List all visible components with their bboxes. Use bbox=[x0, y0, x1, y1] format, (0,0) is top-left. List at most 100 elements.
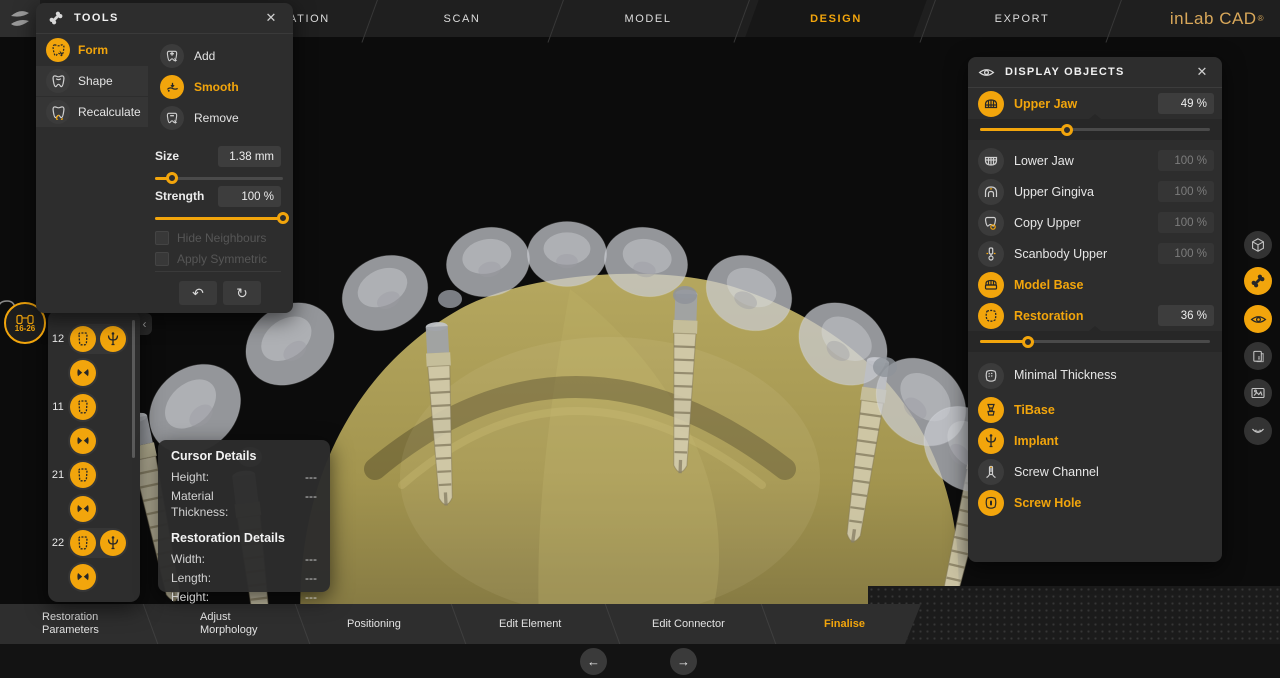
previous-step-button[interactable]: ← bbox=[580, 648, 607, 675]
crown-icon[interactable] bbox=[70, 326, 96, 352]
documents-button[interactable] bbox=[1244, 342, 1272, 370]
step-positioning[interactable]: Positioning bbox=[347, 604, 401, 644]
step-finalise[interactable]: Finalise bbox=[824, 604, 865, 644]
implant-icon[interactable] bbox=[100, 326, 126, 352]
crown-icon[interactable] bbox=[70, 530, 96, 556]
display-item-upper-gingiva[interactable]: Upper Gingiva 100 % bbox=[968, 176, 1222, 207]
display-item-lower-jaw[interactable]: Lower Jaw 100 % bbox=[968, 145, 1222, 176]
model-base-icon bbox=[978, 272, 1004, 298]
scanbody-upper-icon bbox=[978, 241, 1004, 267]
checkbox-box bbox=[155, 252, 169, 266]
display-objects-close-button[interactable]: ✕ bbox=[1192, 62, 1212, 82]
display-item-minimal-thickness[interactable]: Minimal Thickness bbox=[968, 357, 1222, 394]
brush-smooth[interactable]: Smooth bbox=[160, 72, 290, 102]
step-restoration-parameters[interactable]: Restoration Parameters bbox=[42, 604, 146, 644]
scanbody-upper-opacity-value[interactable]: 100 % bbox=[1158, 243, 1214, 264]
tools-panel: TOOLS ✕ Form Shape Recalculate bbox=[36, 3, 293, 313]
cursor-details-title: Cursor Details bbox=[171, 449, 317, 463]
restoration-height-value: --- bbox=[305, 589, 317, 605]
eye-icon bbox=[1250, 311, 1267, 328]
copy-upper-opacity-value[interactable]: 100 % bbox=[1158, 212, 1214, 233]
upper-jaw-icon bbox=[978, 91, 1004, 117]
brush-remove[interactable]: Remove bbox=[160, 103, 290, 133]
next-step-button[interactable]: → bbox=[670, 648, 697, 675]
cube-icon bbox=[1250, 237, 1266, 253]
tool-mode-shape[interactable]: Shape bbox=[36, 66, 148, 96]
connector-icon[interactable] bbox=[70, 428, 96, 454]
eye-icon bbox=[978, 64, 995, 81]
connector-icon[interactable] bbox=[70, 360, 96, 386]
tools-toggle-button[interactable] bbox=[1244, 267, 1272, 295]
tools-panel-title: TOOLS bbox=[74, 12, 251, 24]
restoration-opacity-value[interactable]: 36 % bbox=[1158, 305, 1214, 326]
form-tool-icon bbox=[46, 38, 70, 62]
hide-neighbours-checkbox[interactable]: Hide Neighbours bbox=[155, 231, 266, 245]
crown-icon[interactable] bbox=[70, 462, 96, 488]
articulation-button[interactable] bbox=[1244, 417, 1272, 445]
upper-jaw-opacity-slider[interactable] bbox=[968, 119, 1222, 140]
display-item-screw-channel[interactable]: Screw Channel bbox=[968, 456, 1222, 487]
connector-icon[interactable] bbox=[70, 496, 96, 522]
step-edit-element[interactable]: Edit Element bbox=[499, 604, 561, 644]
strength-value[interactable]: 100 % bbox=[218, 186, 281, 207]
step-edit-connector[interactable]: Edit Connector bbox=[652, 604, 725, 644]
cursor-height-value: --- bbox=[305, 469, 317, 485]
tool-mode-recalculate[interactable]: Recalculate bbox=[36, 97, 148, 127]
display-item-implant[interactable]: Implant bbox=[968, 425, 1222, 456]
screw-channel-icon bbox=[978, 459, 1004, 485]
cursor-details-panel: Cursor Details Height:--- Material Thick… bbox=[158, 440, 330, 592]
tab-design[interactable]: DESIGN bbox=[810, 0, 862, 37]
restoration-length-value: --- bbox=[305, 570, 317, 586]
step-adjust-morphology[interactable]: Adjust Morphology bbox=[200, 604, 290, 644]
view-cube-button[interactable] bbox=[1244, 231, 1272, 259]
tab-scan[interactable]: SCAN bbox=[444, 0, 481, 37]
tab-export[interactable]: EXPORT bbox=[995, 0, 1050, 37]
app-logo[interactable] bbox=[0, 0, 40, 37]
implant-icon[interactable] bbox=[100, 530, 126, 556]
tooth-row-21: 21 bbox=[48, 460, 140, 490]
strength-slider[interactable] bbox=[155, 211, 283, 225]
connector-row bbox=[48, 358, 140, 388]
upper-gingiva-opacity-value[interactable]: 100 % bbox=[1158, 181, 1214, 202]
minimal-thickness-icon bbox=[978, 363, 1004, 389]
tool-mode-form[interactable]: Form bbox=[36, 35, 148, 65]
connector-row bbox=[48, 426, 140, 456]
size-slider[interactable] bbox=[155, 171, 283, 185]
crown-icon[interactable] bbox=[70, 394, 96, 420]
tooth-row-22: 22 bbox=[48, 528, 140, 558]
display-item-screw-hole[interactable]: Screw Hole bbox=[968, 487, 1222, 518]
display-item-copy-upper[interactable]: Copy Upper 100 % bbox=[968, 207, 1222, 238]
undo-button[interactable]: ↶ bbox=[179, 281, 217, 305]
tooth-row-11: 11 bbox=[48, 392, 140, 422]
lower-jaw-opacity-value[interactable]: 100 % bbox=[1158, 150, 1214, 171]
brush-add[interactable]: Add bbox=[160, 41, 290, 71]
tab-administration[interactable]: ATION bbox=[289, 0, 330, 37]
restoration-width-value: --- bbox=[305, 551, 317, 567]
restoration-icon bbox=[978, 303, 1004, 329]
smile-icon bbox=[1250, 423, 1266, 439]
add-brush-icon bbox=[160, 44, 184, 68]
strength-label: Strength bbox=[155, 189, 204, 203]
display-item-tibase[interactable]: TiBase bbox=[968, 394, 1222, 425]
tooth-element-sidebar: 12 11 21 bbox=[48, 310, 140, 602]
display-item-scanbody-upper[interactable]: Scanbody Upper 100 % bbox=[968, 238, 1222, 269]
redo-button[interactable]: ↻ bbox=[223, 281, 261, 305]
sidebar-scrollbar[interactable] bbox=[132, 320, 135, 458]
display-item-model-base[interactable]: Model Base bbox=[968, 269, 1222, 300]
lower-jaw-icon bbox=[978, 148, 1004, 174]
tools-close-button[interactable]: ✕ bbox=[261, 8, 281, 28]
upper-jaw-opacity-value[interactable]: 49 % bbox=[1158, 93, 1214, 114]
tibase-icon bbox=[978, 397, 1004, 423]
copy-upper-icon bbox=[978, 210, 1004, 236]
apply-symmetric-checkbox[interactable]: Apply Symmetric bbox=[155, 252, 267, 266]
connector-icon[interactable] bbox=[70, 564, 96, 590]
restoration-opacity-slider[interactable] bbox=[968, 331, 1222, 352]
snapshot-button[interactable] bbox=[1244, 379, 1272, 407]
size-value[interactable]: 1.38 mm bbox=[218, 146, 281, 167]
brand-logo: inLab CAD® bbox=[1170, 0, 1264, 37]
document-icon bbox=[1251, 349, 1266, 364]
tools-icon bbox=[48, 10, 64, 26]
tab-model[interactable]: MODEL bbox=[624, 0, 671, 37]
display-objects-toggle-button[interactable] bbox=[1244, 305, 1272, 333]
tools-icon bbox=[1250, 273, 1266, 289]
